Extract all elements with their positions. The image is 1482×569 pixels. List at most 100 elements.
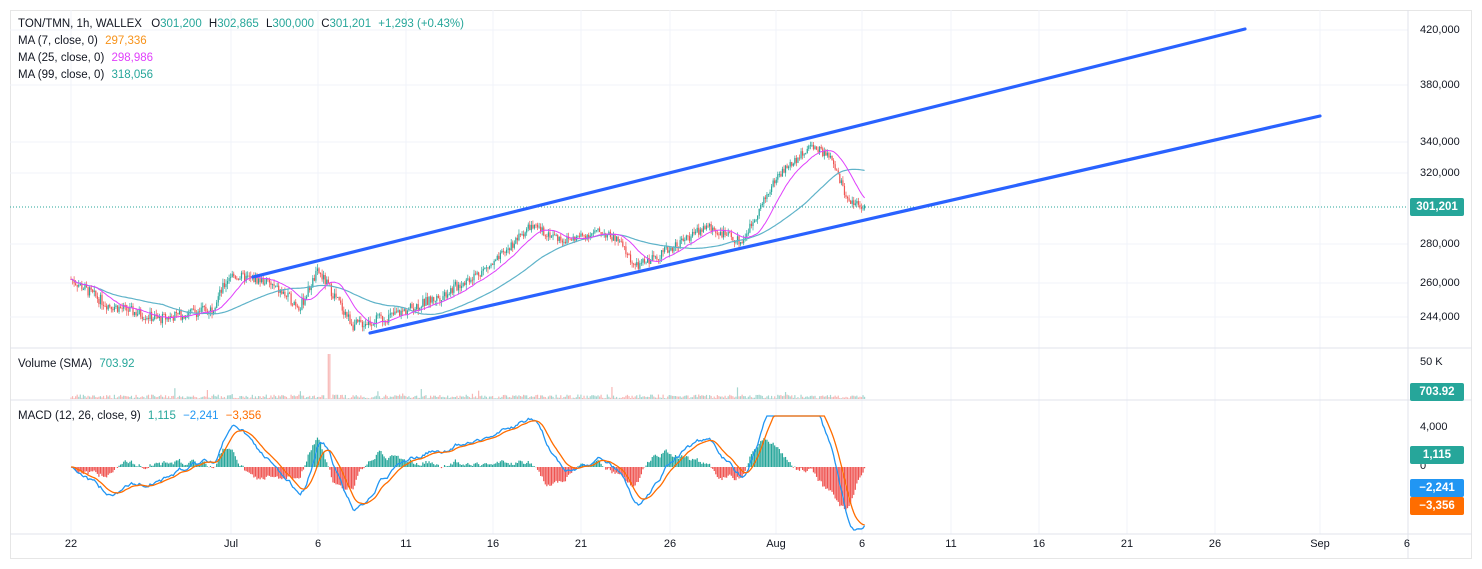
volume-bar <box>265 394 267 399</box>
macd-hist-bar <box>366 464 368 467</box>
macd-hist-bar <box>487 464 489 467</box>
candle-body <box>664 247 666 252</box>
volume-bar <box>752 397 754 399</box>
candle-body <box>774 180 776 184</box>
channel-lower-line[interactable] <box>368 114 1322 335</box>
candle-body <box>236 278 238 280</box>
candle-body <box>447 294 449 298</box>
candle-body <box>310 287 312 291</box>
candle-body <box>99 294 102 305</box>
candle-body <box>699 229 701 235</box>
macd-hist-bar <box>691 458 694 467</box>
candle-body <box>595 230 598 232</box>
candle-body <box>620 240 622 242</box>
macd-hist-bar <box>501 460 503 467</box>
ma7-legend[interactable]: MA (7, close, 0) 297,336 <box>18 33 147 49</box>
volume-bar <box>673 395 675 399</box>
volume-bar <box>110 398 112 399</box>
volume-legend[interactable]: Volume (SMA) 703.92 <box>18 356 135 372</box>
candle-body <box>470 279 472 283</box>
macd-hist-bar <box>513 464 515 467</box>
macd-hist-bar <box>236 459 238 467</box>
volume-bar <box>812 396 815 399</box>
symbol-legend[interactable]: TON/TMN, 1h, WALLEX O301,200 H302,865 L3… <box>18 16 464 32</box>
macd-hist-bar <box>465 463 467 467</box>
candle-body <box>192 308 195 310</box>
volume-bar <box>521 396 523 399</box>
candle-body <box>538 226 540 228</box>
volume-bar <box>389 396 391 399</box>
price-tick: 380,000 <box>1420 79 1460 91</box>
candle-body <box>137 314 139 316</box>
candle-body <box>448 293 450 295</box>
chart-canvas[interactable] <box>0 0 1482 569</box>
volume-bar <box>620 397 622 399</box>
macd-hist-bar <box>464 465 466 467</box>
volume-bar <box>453 397 455 399</box>
volume-bar <box>251 394 253 399</box>
volume-bar <box>668 395 670 399</box>
volume-bar <box>161 396 164 399</box>
candle-body <box>343 310 345 315</box>
candle-body <box>397 310 399 313</box>
macd-hist-bar <box>360 467 362 470</box>
candle-body <box>399 310 401 316</box>
macd-hist-bar <box>764 439 766 467</box>
volume-bar <box>740 396 742 399</box>
macd-hist-bar <box>634 467 636 486</box>
ma99-legend[interactable]: MA (99, close, 0) 318,056 <box>18 67 153 83</box>
volume-bar <box>538 398 540 399</box>
volume-bar <box>261 398 263 399</box>
candle-body <box>403 309 405 311</box>
volume-bar <box>589 396 591 399</box>
volume-bar <box>586 395 588 399</box>
candle-body <box>507 248 509 250</box>
candle-body <box>822 148 824 157</box>
candle-body <box>481 270 483 277</box>
macd-legend[interactable]: MACD (12, 26, close, 9) 1,115 −2,241 −3,… <box>18 408 261 424</box>
volume-bar <box>767 395 770 399</box>
candle-body <box>795 157 797 163</box>
candle-body <box>614 234 616 241</box>
candle-body <box>741 242 743 244</box>
candle-body <box>617 236 619 242</box>
volume-bar <box>769 398 771 399</box>
macd-hist-bar <box>352 467 354 490</box>
volume-bar <box>388 398 390 399</box>
candle-body <box>242 272 244 274</box>
candle-body <box>360 320 362 322</box>
candle-body <box>716 233 718 235</box>
candle-body <box>784 165 787 173</box>
volume-bar <box>352 395 354 399</box>
candle-body <box>755 219 757 221</box>
candle-body <box>234 276 236 279</box>
volume-bar <box>507 397 509 399</box>
time-tick: 26 <box>1208 538 1222 550</box>
volume-bar <box>591 395 593 399</box>
channel-upper-line[interactable] <box>251 27 1247 279</box>
volume-bar <box>217 394 219 399</box>
volume-bar <box>377 391 379 399</box>
candle-body <box>217 296 219 303</box>
volume-bar <box>471 393 474 399</box>
candle-body <box>740 242 742 245</box>
candle-body <box>391 312 393 314</box>
macd-hist-bar <box>809 467 811 469</box>
candle-body <box>161 313 164 324</box>
macd-hist-bar <box>433 464 435 467</box>
candle-body <box>307 286 309 297</box>
macd-hist-bar <box>760 441 762 467</box>
macd-hist-bar <box>789 462 791 467</box>
macd-hist-bar <box>206 466 208 467</box>
volume-bar <box>698 394 700 399</box>
volume-bar <box>130 395 133 399</box>
macd-hist-bar <box>476 462 478 467</box>
macd-hist-bar <box>399 458 401 467</box>
ohlc-high: 302,865 <box>217 18 259 30</box>
ma25-legend[interactable]: MA (25, close, 0) 298,986 <box>18 50 153 66</box>
macd-hist-bar <box>722 467 725 478</box>
volume-bar <box>468 397 470 399</box>
candle-body <box>808 145 810 149</box>
volume-bar <box>505 395 508 399</box>
macd-hist-bar <box>781 453 784 467</box>
